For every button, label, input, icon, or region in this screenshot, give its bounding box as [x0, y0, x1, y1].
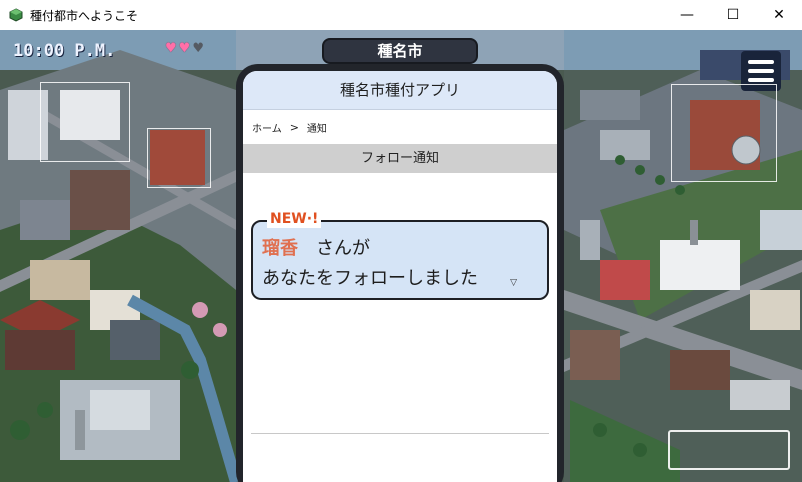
follow-notification[interactable]: NEW·! 瑠香 さんが あなたをフォローしました ▽	[251, 210, 549, 300]
new-badge: NEW·!	[267, 210, 322, 228]
city-name-label: 種名市	[322, 38, 478, 64]
phone-screen: 種名市種付アプリ ホーム > 通知 フォロー通知 NEW·! 瑠香 さんが あなた…	[243, 71, 557, 482]
breadcrumb: ホーム > 通知	[243, 110, 557, 144]
maximize-icon: ☐	[726, 7, 740, 23]
heart-empty-icon: ♥	[192, 41, 204, 56]
location-marker[interactable]	[40, 82, 130, 162]
follower-name: 瑠香	[262, 238, 298, 259]
minimap-frame[interactable]	[668, 430, 790, 470]
maximize-button[interactable]: ☐	[710, 0, 756, 30]
game-clock: 10:00 P.M.	[13, 41, 116, 61]
chevron-down-icon: ▽	[510, 278, 517, 288]
app-title: 種名市種付アプリ	[243, 71, 557, 110]
divider	[251, 433, 549, 434]
notification-message: あなたをフォローしました	[262, 268, 478, 289]
window-title: 種付都市へようこそ	[30, 9, 139, 23]
app-icon	[9, 8, 23, 22]
hamburger-icon-bar	[748, 78, 774, 82]
breadcrumb-current: 通知	[306, 123, 327, 135]
hearts-meter: ♥ ♥ ♥	[165, 42, 204, 56]
breadcrumb-separator: >	[289, 120, 299, 134]
section-title: フォロー通知	[243, 144, 557, 173]
game-viewport: 10:00 P.M. ♥ ♥ ♥ 種名市 種名市種付アプリ ホーム > 通知 フ…	[0, 30, 802, 482]
minimize-button[interactable]: —	[664, 0, 710, 30]
notification-line1: 瑠香 さんが	[262, 234, 370, 260]
location-marker[interactable]	[671, 84, 777, 182]
minimize-icon: —	[680, 7, 694, 23]
hamburger-icon-bar	[748, 60, 774, 64]
close-icon: ✕	[773, 7, 785, 23]
smartphone: 種名市種付アプリ ホーム > 通知 フォロー通知 NEW·! 瑠香 さんが あなた…	[236, 64, 564, 482]
hamburger-icon-bar	[748, 69, 774, 73]
notification-suffix: さんが	[316, 238, 370, 259]
close-button[interactable]: ✕	[756, 0, 802, 30]
location-marker[interactable]	[147, 128, 211, 188]
window-titlebar: 種付都市へようこそ — ☐ ✕	[0, 0, 802, 30]
breadcrumb-home[interactable]: ホーム	[252, 120, 282, 135]
heart-full-icon: ♥	[178, 41, 191, 56]
heart-full-icon: ♥	[165, 41, 177, 56]
